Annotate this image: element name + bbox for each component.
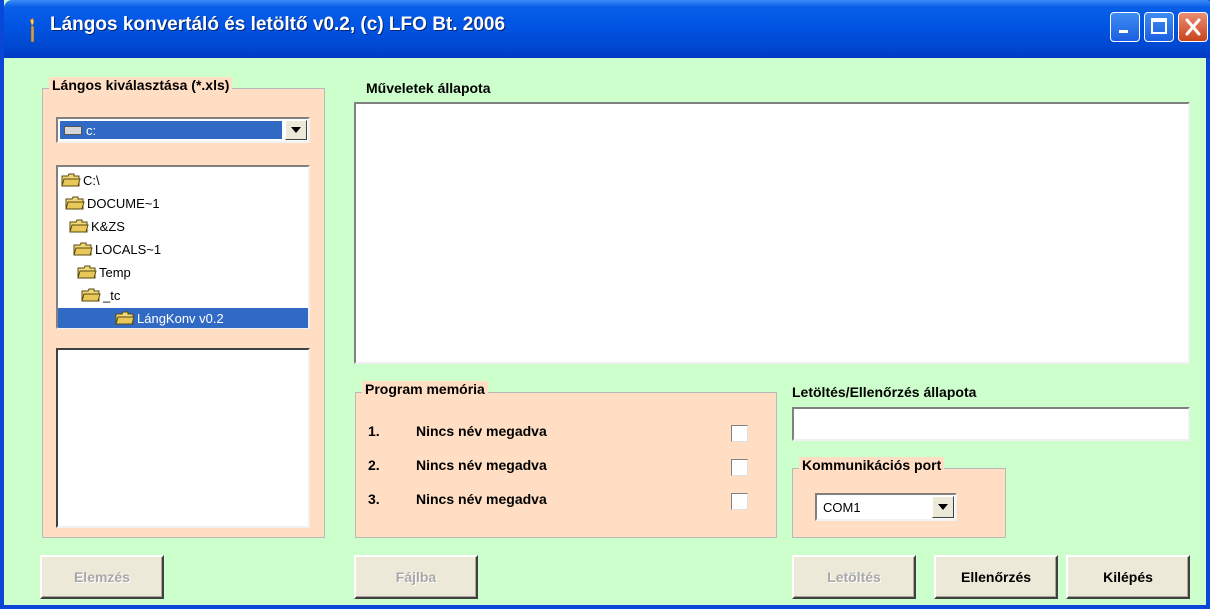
- folder-icon: [65, 196, 85, 210]
- folder-tree-label: C:\: [83, 172, 100, 188]
- download-button[interactable]: Letöltés: [792, 555, 916, 599]
- memory-item-1-checkbox[interactable]: [731, 425, 748, 442]
- folder-tree-item[interactable]: _tc: [81, 285, 120, 305]
- minimize-icon: [1119, 30, 1128, 33]
- maximize-button[interactable]: [1144, 12, 1174, 42]
- to-file-button[interactable]: Fájlba: [354, 555, 478, 599]
- folder-icon: [77, 265, 97, 279]
- program-memory-legend: Program memória: [362, 381, 488, 397]
- port-dropdown-arrow[interactable]: [932, 496, 954, 518]
- port-legend: Kommunikációs port: [799, 457, 945, 473]
- status-label: Műveletek állapota: [366, 80, 491, 96]
- drive-dropdown-arrow[interactable]: [285, 120, 307, 140]
- folder-tree-label: LángKonv v0.2: [137, 310, 224, 326]
- minimize-button[interactable]: [1110, 12, 1140, 42]
- close-icon: [1185, 18, 1201, 36]
- memory-item-1-name: Nincs név megadva: [416, 423, 547, 439]
- drive-icon: [64, 125, 82, 135]
- memory-item-2-name: Nincs név megadva: [416, 457, 547, 473]
- memory-item-2-number: 2.: [368, 457, 380, 473]
- folder-icon: [115, 311, 135, 325]
- folder-tree-label: K&ZS: [91, 218, 125, 234]
- port-select[interactable]: COM1: [815, 493, 957, 521]
- folder-icon: [69, 219, 89, 233]
- folder-tree-item[interactable]: C:\: [61, 170, 100, 190]
- exit-button[interactable]: Kilépés: [1066, 555, 1190, 599]
- folder-tree-item[interactable]: LOCALS~1: [73, 239, 161, 259]
- analyze-button[interactable]: Elemzés: [40, 555, 164, 599]
- download-status-label: Letöltés/Ellenőrzés állapota: [792, 384, 977, 400]
- drive-select-value: c:: [60, 121, 282, 139]
- window-title: Lángos konvertáló és letöltő v0.2, (c) L…: [50, 14, 506, 35]
- folder-tree-label: LOCALS~1: [95, 241, 162, 257]
- verify-button[interactable]: Ellenőrzés: [934, 555, 1058, 599]
- chevron-down-icon: [938, 504, 948, 510]
- folder-tree-item[interactable]: Temp: [77, 262, 131, 282]
- app-window: Lángos konvertáló és letöltő v0.2, (c) L…: [0, 0, 1210, 609]
- drive-label: c:: [86, 122, 97, 138]
- folder-icon: [73, 242, 93, 256]
- memory-item-1-number: 1.: [368, 423, 380, 439]
- chevron-down-icon: [291, 127, 301, 133]
- file-select-legend: Lángos kiválasztása (*.xls): [49, 77, 233, 93]
- maximize-icon: [1151, 18, 1167, 34]
- folder-tree[interactable]: C:\ DOCUME~1 K&ZS LOCALS~1 Temp _tc LángKonv v…: [56, 165, 310, 329]
- memory-item-3-name: Nincs név megadva: [416, 491, 547, 507]
- port-select-value: COM1: [823, 499, 861, 515]
- folder-tree-item[interactable]: LángKonv v0.2: [58, 308, 308, 328]
- file-list[interactable]: [56, 348, 310, 528]
- close-button[interactable]: [1178, 12, 1208, 42]
- folder-tree-label: Temp: [99, 264, 131, 280]
- folder-tree-item[interactable]: DOCUME~1: [65, 193, 160, 213]
- torch-icon: [24, 18, 40, 43]
- client-area: Lángos kiválasztása (*.xls) c: C:\ DOCUME…: [8, 58, 1210, 605]
- status-log[interactable]: [354, 102, 1190, 364]
- memory-item-3-checkbox[interactable]: [731, 493, 748, 510]
- program-memory-group: Program memória 1. Nincs név megadva 2. …: [355, 381, 777, 538]
- folder-tree-label: DOCUME~1: [87, 195, 160, 211]
- memory-item-3-number: 3.: [368, 491, 380, 507]
- folder-icon: [61, 173, 81, 187]
- folder-icon: [81, 288, 101, 302]
- file-select-group: Lángos kiválasztása (*.xls) c: C:\ DOCUME…: [42, 77, 325, 538]
- folder-tree-label: _tc: [103, 287, 121, 303]
- title-bar[interactable]: Lángos konvertáló és letöltő v0.2, (c) L…: [4, 0, 1210, 58]
- download-status-field[interactable]: [792, 407, 1190, 441]
- memory-item-2-checkbox[interactable]: [731, 459, 748, 476]
- drive-select[interactable]: c:: [56, 117, 310, 143]
- folder-tree-item[interactable]: K&ZS: [69, 216, 125, 236]
- port-group: Kommunikációs port COM1: [792, 457, 1006, 538]
